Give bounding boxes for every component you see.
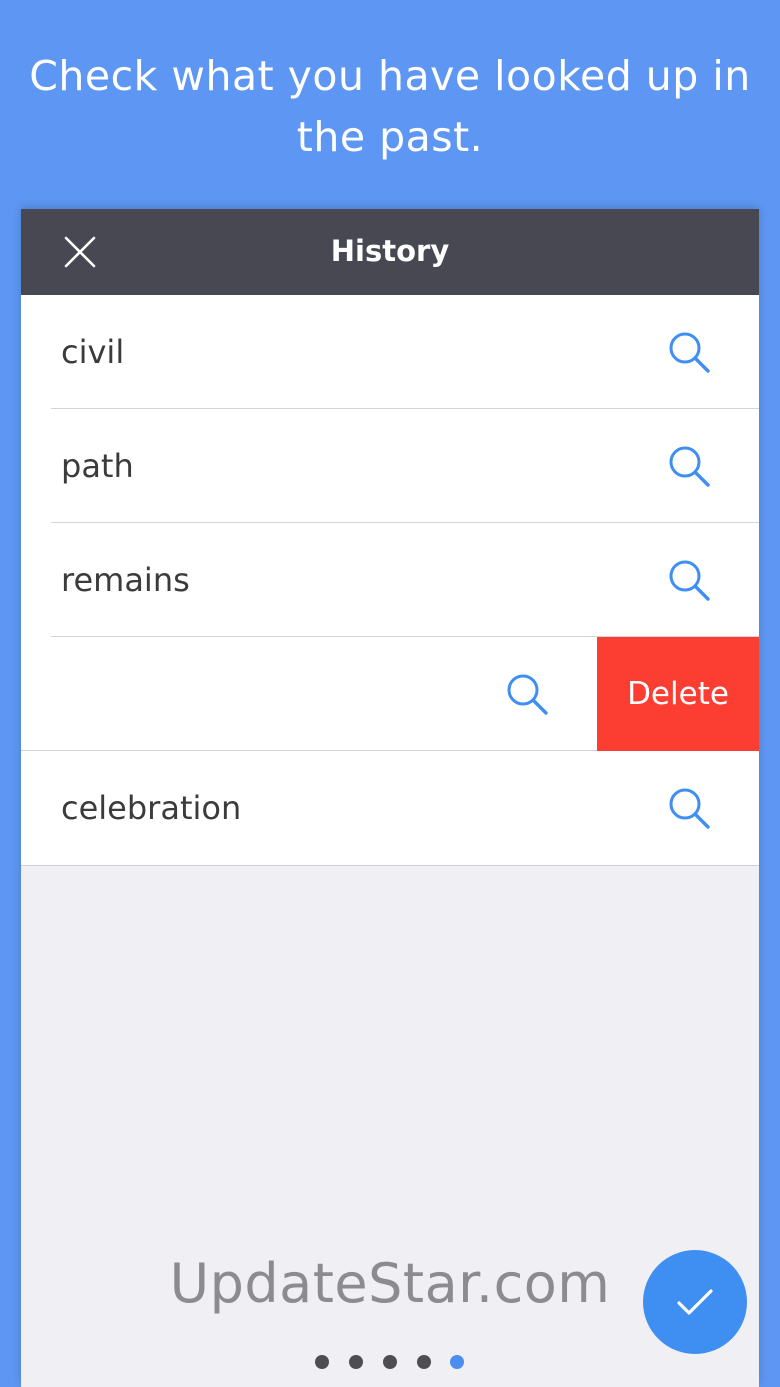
history-row-remains[interactable]: remains (21, 523, 759, 637)
navigation-bar: History (21, 209, 759, 295)
swiped-row-content[interactable]: ion (21, 637, 597, 751)
history-item-label: path (61, 447, 134, 485)
page-dot-1[interactable] (315, 1355, 329, 1369)
delete-button[interactable]: Delete (597, 637, 759, 751)
list-bottom-divider (21, 865, 759, 866)
history-row-path[interactable]: path (21, 409, 759, 523)
history-row-celebration[interactable]: celebration (21, 751, 759, 865)
page-dot-2[interactable] (349, 1355, 363, 1369)
done-button[interactable] (643, 1250, 747, 1354)
history-item-label: remains (61, 561, 190, 599)
headline: Check what you have looked up in the pas… (29, 52, 751, 161)
history-item-label: celebration (61, 789, 242, 827)
search-button[interactable] (505, 672, 549, 716)
search-icon (507, 674, 548, 715)
search-icon (669, 560, 710, 601)
page-title: History (330, 234, 450, 268)
search-icon (669, 332, 710, 373)
page-dot-4[interactable] (417, 1355, 431, 1369)
checkmark-icon (677, 1289, 713, 1315)
close-icon (64, 236, 96, 268)
search-icon (669, 788, 710, 829)
phone-screen: History civil path remains Delete celebr… (21, 209, 759, 1387)
page-dot-3[interactable] (383, 1355, 397, 1369)
close-button[interactable] (59, 231, 101, 273)
search-button[interactable] (667, 786, 711, 830)
search-button[interactable] (667, 330, 711, 374)
history-row-civil[interactable]: civil (21, 295, 759, 409)
history-list: civil path remains Delete celebration (21, 295, 759, 866)
search-button[interactable] (667, 444, 711, 488)
search-icon (669, 446, 710, 487)
search-button[interactable] (667, 558, 711, 602)
history-row-swiped[interactable]: ion Delete (21, 637, 759, 751)
history-item-label: civil (61, 333, 125, 371)
page-dot-5-active[interactable] (450, 1355, 464, 1369)
